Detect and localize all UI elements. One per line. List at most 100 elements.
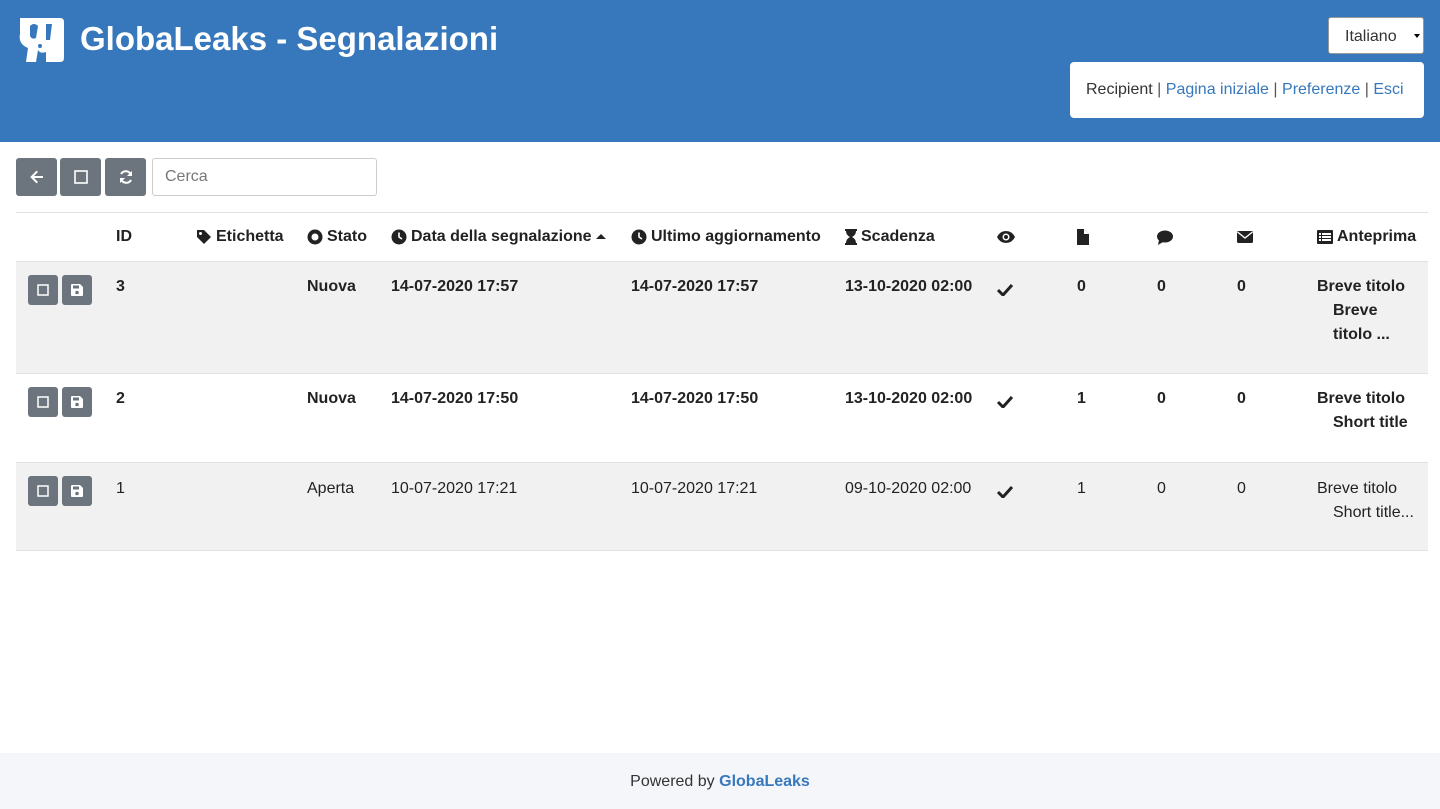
row-expiry: 13-10-2020 02:00: [845, 390, 973, 407]
check-icon: [996, 392, 1014, 416]
arrow-left-icon: [29, 170, 43, 184]
clock-icon: [391, 229, 407, 245]
header: GlobaLeaks - Segnalazioni Italiano Recip…: [0, 0, 1440, 142]
refresh-icon: [119, 170, 132, 184]
row-id[interactable]: 3: [116, 275, 125, 299]
preview-line: Breve titolo: [1317, 480, 1398, 497]
column-messages[interactable]: [1237, 213, 1253, 261]
checkbox-icon: [37, 396, 49, 408]
globaleaks-link[interactable]: GlobaLeaks: [719, 773, 810, 790]
preview-line: Breve titolo: [1317, 278, 1406, 295]
search-input[interactable]: [152, 158, 377, 196]
preview-line: Short title: [1333, 414, 1408, 431]
column-status[interactable]: Stato: [307, 213, 367, 261]
row-comments: 0: [1157, 390, 1166, 407]
row-id[interactable]: 2: [116, 387, 125, 411]
caret-down-icon: [1414, 34, 1420, 38]
column-preview[interactable]: Anteprima: [1317, 213, 1416, 261]
check-icon: [996, 280, 1014, 304]
checkbox-icon: [73, 170, 88, 184]
row-select-button[interactable]: [28, 275, 58, 305]
select-all-button[interactable]: [60, 158, 101, 196]
envelope-icon: [1237, 231, 1253, 243]
preview-line: Breve: [1333, 302, 1378, 319]
list-icon: [1317, 230, 1333, 244]
row-preview: Breve titolo Short title: [1317, 387, 1408, 435]
column-expiry[interactable]: Scadenza: [845, 213, 935, 261]
footer: Powered by GlobaLeaks: [0, 753, 1440, 809]
file-icon: [1077, 229, 1089, 245]
row-messages: 0: [1237, 480, 1246, 497]
eye-icon: [997, 231, 1015, 243]
preferences-link[interactable]: Preferenze: [1282, 81, 1360, 98]
preview-line: Short title...: [1333, 504, 1414, 521]
preview-line: titolo ...: [1333, 326, 1390, 343]
separator: |: [1364, 81, 1369, 98]
user-role: Recipient: [1086, 81, 1153, 98]
check-icon: [996, 482, 1014, 506]
logout-link[interactable]: Esci: [1373, 81, 1403, 98]
row-updated: 14-07-2020 17:57: [631, 278, 759, 295]
preview-line: Breve titolo: [1317, 390, 1406, 407]
row-date: 14-07-2020 17:50: [391, 390, 519, 407]
home-link[interactable]: Pagina iniziale: [1166, 81, 1269, 98]
clock-icon: [631, 229, 647, 245]
column-id[interactable]: ID: [116, 213, 132, 261]
table-row[interactable]: 1 Aperta 10-07-2020 17:21 10-07-2020 17:…: [16, 463, 1428, 551]
save-icon: [71, 396, 83, 408]
checkbox-icon: [37, 284, 49, 296]
column-comments[interactable]: [1157, 213, 1173, 261]
row-updated: 10-07-2020 17:21: [631, 480, 758, 497]
column-read[interactable]: [997, 213, 1015, 261]
hourglass-icon: [845, 229, 857, 245]
row-export-button[interactable]: [62, 476, 92, 506]
refresh-button[interactable]: [105, 158, 146, 196]
sort-asc-icon: [595, 234, 606, 239]
separator: |: [1273, 81, 1278, 98]
globaleaks-logo[interactable]: [16, 16, 65, 64]
row-messages: 0: [1237, 278, 1246, 295]
column-date[interactable]: Data della segnalazione: [391, 213, 606, 261]
table-row[interactable]: 3 Nuova 14-07-2020 17:57 14-07-2020 17:5…: [16, 262, 1428, 374]
row-select-button[interactable]: [28, 387, 58, 417]
column-updated[interactable]: Ultimo aggiornamento: [631, 213, 821, 261]
comment-icon: [1157, 230, 1173, 245]
column-files[interactable]: [1077, 213, 1089, 261]
row-files: 1: [1077, 390, 1086, 407]
reports-table: ID Etichetta Stato Data della segnalazio…: [16, 212, 1428, 551]
table-row[interactable]: 2 Nuova 14-07-2020 17:50 14-07-2020 17:5…: [16, 374, 1428, 463]
save-icon: [71, 485, 83, 497]
row-preview: Breve titolo Breve titolo ...: [1317, 275, 1405, 347]
language-select[interactable]: Italiano: [1328, 17, 1424, 54]
table-header: ID Etichetta Stato Data della segnalazio…: [16, 212, 1428, 262]
row-files: 0: [1077, 278, 1086, 295]
tag-icon: [197, 230, 211, 244]
row-updated: 14-07-2020 17:50: [631, 390, 759, 407]
powered-by-text: Powered by: [630, 773, 715, 790]
row-comments: 0: [1157, 278, 1166, 295]
row-files: 1: [1077, 480, 1086, 497]
row-export-button[interactable]: [62, 387, 92, 417]
row-messages: 0: [1237, 390, 1246, 407]
row-preview: Breve titolo Short title...: [1317, 477, 1414, 525]
row-expiry: 13-10-2020 02:00: [845, 278, 973, 295]
row-export-button[interactable]: [62, 275, 92, 305]
row-date: 14-07-2020 17:57: [391, 278, 519, 295]
save-icon: [71, 284, 83, 296]
separator: |: [1157, 81, 1162, 98]
row-date: 10-07-2020 17:21: [391, 480, 518, 497]
dot-circle-icon: [307, 229, 323, 245]
row-expiry: 09-10-2020 02:00: [845, 480, 972, 497]
row-status: Nuova: [307, 278, 356, 295]
column-label[interactable]: Etichetta: [196, 213, 284, 261]
row-status: Nuova: [307, 390, 356, 407]
app-title: GlobaLeaks - Segnalazioni: [80, 20, 499, 57]
language-selected-value: Italiano: [1345, 28, 1397, 45]
row-id[interactable]: 1: [116, 477, 125, 501]
back-button[interactable]: [16, 158, 57, 196]
checkbox-icon: [37, 485, 49, 497]
row-select-button[interactable]: [28, 476, 58, 506]
row-status: Aperta: [307, 480, 355, 497]
user-menu: Recipient | Pagina iniziale | Preferenze…: [1070, 62, 1424, 118]
row-comments: 0: [1157, 480, 1166, 497]
